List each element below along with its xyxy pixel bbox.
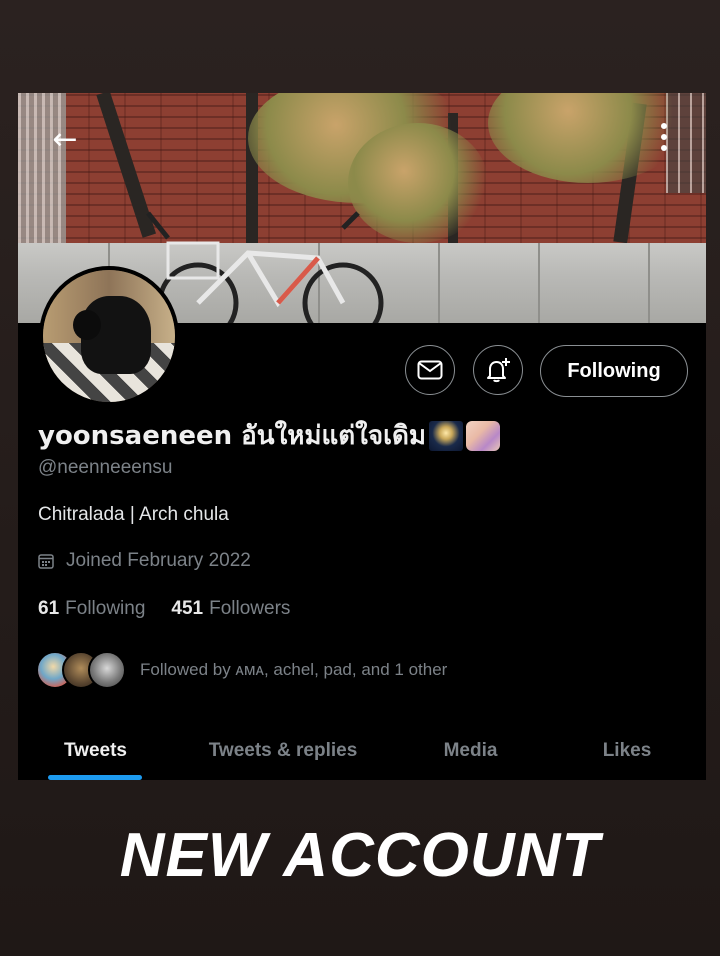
more-vertical-icon (661, 123, 667, 129)
profile-card: ← Following yoonsaeneen อันใหม่แต่ใจเดิม (18, 93, 706, 780)
bell-plus-icon (487, 358, 510, 383)
display-name: yoonsaeneen อันใหม่แต่ใจเดิม (38, 415, 501, 456)
tab-media[interactable]: Media (393, 721, 548, 780)
mail-icon (417, 360, 443, 380)
notifications-button[interactable] (473, 345, 523, 395)
caption-text: NEW ACCOUNT (119, 821, 601, 890)
follow-stats: 61 Following 451 Followers (38, 598, 316, 620)
active-tab-indicator (48, 775, 142, 780)
more-options-button[interactable] (656, 123, 672, 159)
followed-by-text: Followed by ᴀᴍᴀ, achel, pad, and 1 other (140, 660, 448, 679)
avatar[interactable] (39, 266, 179, 406)
followed-by-row[interactable]: Followed by ᴀᴍᴀ, achel, pad, and 1 other (36, 651, 447, 689)
following-count-link[interactable]: 61 Following (38, 598, 145, 620)
tab-likes[interactable]: Likes (548, 721, 706, 780)
tab-tweets[interactable]: Tweets (18, 721, 173, 780)
user-handle: @neenneeensu (38, 457, 173, 478)
back-button[interactable]: ← (48, 123, 82, 157)
message-button[interactable] (405, 345, 455, 395)
tab-tweets-and-replies[interactable]: Tweets & replies (173, 721, 393, 780)
followers-count-link[interactable]: 451 Followers (171, 598, 290, 620)
joined-date: Joined February 2022 (38, 550, 251, 572)
avatar (88, 651, 126, 689)
profile-bio: Chitralada | Arch chula (38, 504, 229, 525)
profile-tabs: Tweets Tweets & replies Media Likes (18, 721, 706, 780)
nail-polish-emoji (466, 420, 501, 451)
following-button[interactable]: Following (540, 345, 688, 397)
calendar-icon (38, 554, 54, 569)
arrow-left-icon: ← (52, 122, 78, 157)
fireworks-emoji (429, 420, 464, 451)
